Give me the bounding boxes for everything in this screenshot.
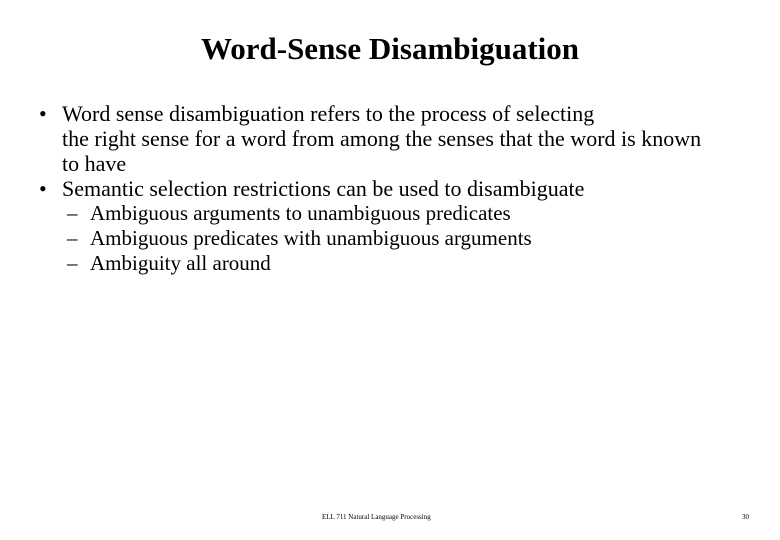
page-title: Word-Sense Disambiguation xyxy=(200,31,580,66)
bullet-line: Semantic selection restrictions can be u… xyxy=(62,176,585,201)
slide: Word-Sense Disambiguation • Word sense d… xyxy=(0,0,780,540)
bullet-text: Word sense disambiguation refers to the … xyxy=(62,101,774,176)
bullet-item: • Word sense disambiguation refers to th… xyxy=(34,101,774,176)
bullet-dot-icon: • xyxy=(39,176,47,201)
sub-bullet-item: – Ambiguous predicates with unambiguous … xyxy=(34,226,774,251)
bullet-dot-icon: • xyxy=(39,101,47,126)
slide-body: • Word sense disambiguation refers to th… xyxy=(34,101,774,276)
sub-bullet-text: Ambiguous arguments to unambiguous predi… xyxy=(90,201,511,225)
bullet-line: the right sense for a word from among th… xyxy=(62,126,702,151)
bullet-dash-icon: – xyxy=(67,201,78,225)
sub-bullet-item: – Ambiguity all around xyxy=(34,251,774,276)
bullet-line: to have xyxy=(62,151,127,176)
sub-bullet-text: Ambiguity all around xyxy=(90,251,271,275)
footer-course-label: ELL 711 Natural Language Processing xyxy=(322,513,431,521)
bullet-dash-icon: – xyxy=(67,251,78,275)
footer-page-number: 30 xyxy=(742,513,749,521)
sub-bullet-item: – Ambiguous arguments to unambiguous pre… xyxy=(34,201,774,226)
bullet-text: Semantic selection restrictions can be u… xyxy=(62,176,774,201)
bullet-item: • Semantic selection restrictions can be… xyxy=(34,176,774,201)
bullet-line: Word sense disambiguation refers to the … xyxy=(62,101,595,126)
bullet-dash-icon: – xyxy=(67,226,78,250)
sub-bullet-text: Ambiguous predicates with unambiguous ar… xyxy=(90,226,532,250)
